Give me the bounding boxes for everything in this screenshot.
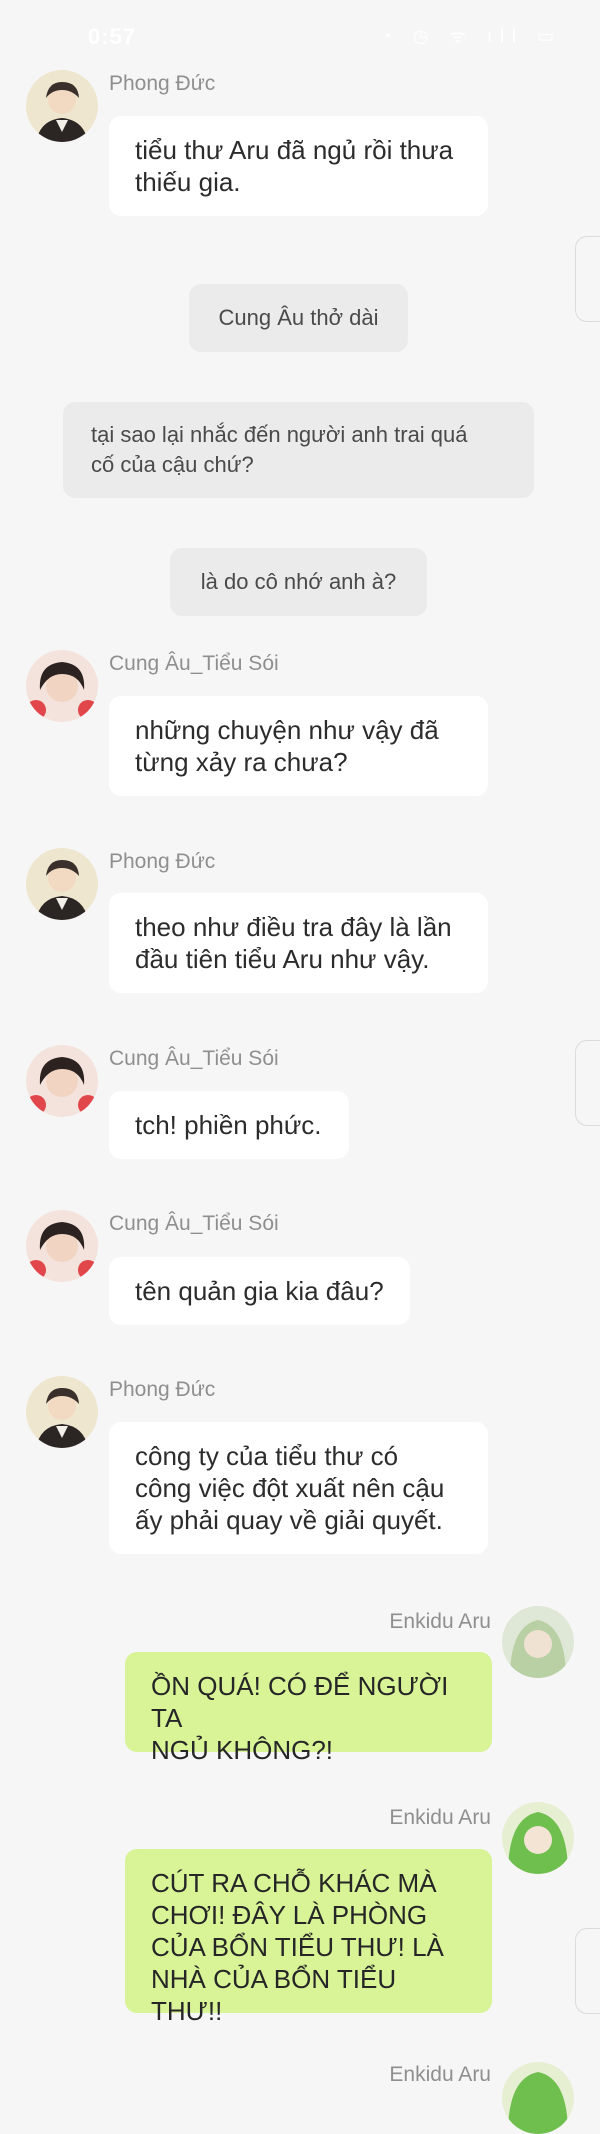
- message-text: ỒN QUÁ! CÓ ĐỂ NGƯỜI TA NGỦ KHÔNG?!: [151, 1671, 449, 1765]
- message-bubble[interactable]: công ty của tiểu thư có công việc đột xu…: [109, 1422, 488, 1554]
- avatar-cung-au[interactable]: [26, 650, 98, 722]
- avatar-cung-au[interactable]: [26, 1210, 98, 1282]
- status-icons: ◔ ◷ ᯤ ıll ▭: [380, 26, 562, 46]
- sender-name: Cung Âu_Tiểu Sói: [109, 1047, 279, 1070]
- message-bubble-self[interactable]: ỒN QUÁ! CÓ ĐỂ NGƯỜI TA NGỦ KHÔNG?!: [125, 1652, 492, 1765]
- message-bubble[interactable]: theo như điều tra đây là lần đầu tiên ti…: [109, 893, 488, 993]
- sender-name: Phong Đức: [109, 1378, 216, 1401]
- avatar-phong-duc[interactable]: [26, 1376, 98, 1448]
- sender-name: Phong Đức: [109, 850, 216, 873]
- avatar-phong-duc[interactable]: [26, 70, 98, 142]
- side-drawer-handle[interactable]: [575, 1928, 600, 2014]
- message-text: những chuyện như vậy đã từng xảy ra chưa…: [135, 715, 439, 777]
- narration-bubble: Cung Âu thở dài: [189, 284, 408, 352]
- message-text: tch! phiền phức.: [135, 1110, 322, 1140]
- narration-text: tại sao lại nhắc đến người anh trai quá …: [91, 422, 468, 477]
- sender-name: Cung Âu_Tiểu Sói: [109, 1212, 279, 1235]
- sender-name: Phong Đức: [109, 72, 216, 95]
- message-text: tiểu thư Aru đã ngủ rồi thưa thiếu gia.: [135, 135, 454, 197]
- sender-name: Cung Âu_Tiểu Sói: [109, 652, 279, 675]
- message-bubble[interactable]: tch! phiền phức.: [109, 1091, 349, 1159]
- side-drawer-handle[interactable]: [575, 236, 600, 322]
- message-text: công ty của tiểu thư có công việc đột xu…: [135, 1441, 445, 1535]
- status-time: 0:57: [88, 24, 137, 49]
- status-bar: 0:57 ◔ ◷ ᯤ ıll ▭: [0, 0, 600, 70]
- avatar-enkidu-aru[interactable]: [502, 1606, 574, 1678]
- narration-text: là do cô nhớ anh à?: [200, 569, 397, 594]
- message-bubble[interactable]: tiểu thư Aru đã ngủ rồi thưa thiếu gia.: [109, 116, 488, 216]
- avatar-cung-au[interactable]: [26, 1045, 98, 1117]
- avatar-enkidu-aru[interactable]: [502, 1802, 574, 1874]
- message-text: tên quản gia kia đâu?: [135, 1276, 384, 1306]
- narration-text: Cung Âu thở dài: [218, 305, 379, 330]
- message-text: CÚT RA CHỖ KHÁC MÀ CHƠI! ĐÂY LÀ PHÒNG CỦ…: [151, 1868, 444, 2026]
- sender-name: Enkidu Aru: [389, 1806, 491, 1829]
- sender-name: Enkidu Aru: [389, 2063, 491, 2086]
- message-bubble[interactable]: tên quản gia kia đâu?: [109, 1257, 410, 1325]
- narration-bubble: là do cô nhớ anh à?: [170, 548, 427, 616]
- message-bubble[interactable]: những chuyện như vậy đã từng xảy ra chưa…: [109, 696, 488, 796]
- narration-bubble: tại sao lại nhắc đến người anh trai quá …: [63, 402, 534, 498]
- avatar-enkidu-aru[interactable]: [502, 2062, 574, 2134]
- side-drawer-handle[interactable]: [575, 1040, 600, 1126]
- message-text: theo như điều tra đây là lần đầu tiên ti…: [135, 912, 452, 974]
- sender-name: Enkidu Aru: [389, 1610, 491, 1633]
- message-bubble-self[interactable]: CÚT RA CHỖ KHÁC MÀ CHƠI! ĐÂY LÀ PHÒNG CỦ…: [125, 1849, 492, 2026]
- avatar-phong-duc[interactable]: [26, 848, 98, 920]
